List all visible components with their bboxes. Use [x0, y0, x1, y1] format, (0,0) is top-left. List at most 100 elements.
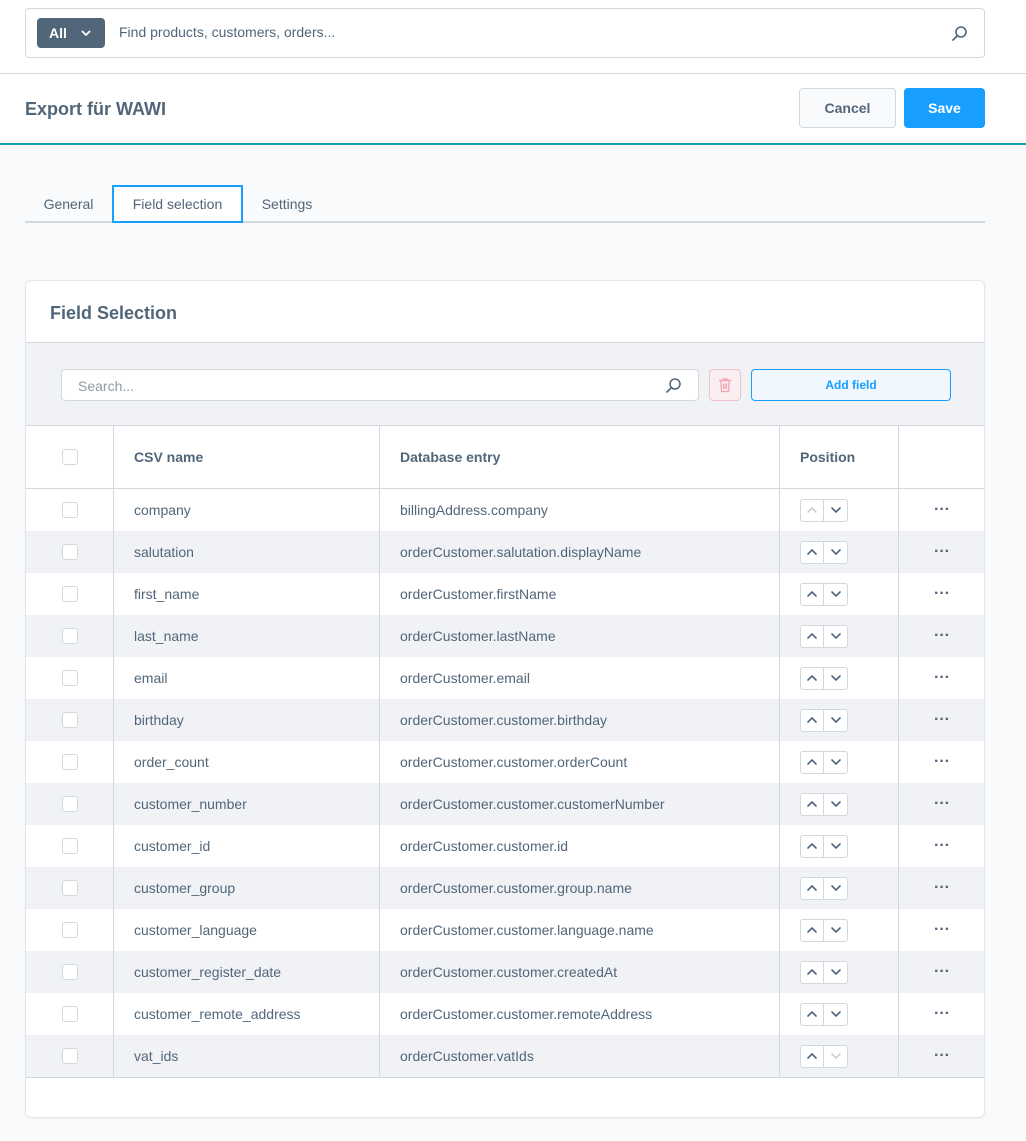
move-down-button[interactable]: [824, 792, 848, 816]
move-up-button[interactable]: [800, 540, 824, 564]
row-checkbox[interactable]: [62, 586, 78, 602]
row-checkbox[interactable]: [62, 1006, 78, 1022]
move-up-button[interactable]: [800, 918, 824, 942]
move-down-button[interactable]: [824, 666, 848, 690]
database-entry-cell: orderCustomer.email: [400, 670, 530, 686]
row-checkbox[interactable]: [62, 964, 78, 980]
move-up-button[interactable]: [800, 834, 824, 858]
chevron-down-icon: [830, 798, 842, 810]
row-checkbox[interactable]: [62, 1048, 78, 1064]
position-cell: [800, 951, 848, 993]
tab-settings[interactable]: Settings: [243, 185, 331, 223]
move-down-button[interactable]: [824, 498, 848, 522]
move-up-button[interactable]: [800, 750, 824, 774]
position-cell: [800, 531, 848, 573]
row-actions-button[interactable]: ···: [934, 489, 950, 531]
row-checkbox[interactable]: [62, 922, 78, 938]
move-down-button[interactable]: [824, 708, 848, 732]
move-up-button[interactable]: [800, 582, 824, 606]
column-header-position[interactable]: Position: [800, 426, 855, 488]
move-up-button[interactable]: [800, 1044, 824, 1068]
row-checkbox[interactable]: [62, 880, 78, 896]
row-actions-button[interactable]: ···: [934, 1035, 950, 1077]
row-actions-button[interactable]: ···: [934, 615, 950, 657]
delete-button[interactable]: [709, 369, 741, 401]
add-field-button[interactable]: Add field: [751, 369, 951, 401]
search-type-select[interactable]: All: [37, 18, 105, 48]
row-actions-button[interactable]: ···: [934, 993, 950, 1035]
column-header-database-entry[interactable]: Database entry: [400, 426, 500, 488]
move-up-button[interactable]: [800, 960, 824, 984]
chevron-up-icon: [806, 630, 818, 642]
row-select-cell: [62, 657, 78, 699]
save-button[interactable]: Save: [904, 88, 985, 128]
table-row: first_name orderCustomer.firstName ···: [26, 573, 984, 615]
more-icon: ···: [934, 879, 950, 896]
csv-name-cell: company: [134, 502, 191, 518]
row-actions-button[interactable]: ···: [934, 909, 950, 951]
tab-field-selection[interactable]: Field selection: [112, 185, 243, 223]
table-row: customer_group orderCustomer.customer.gro…: [26, 867, 984, 909]
row-actions-button[interactable]: ···: [934, 699, 950, 741]
field-search-input[interactable]: Search...: [61, 369, 699, 401]
row-actions-button[interactable]: ···: [934, 951, 950, 993]
tab-general[interactable]: General: [25, 185, 112, 223]
table-row: customer_language orderCustomer.customer.…: [26, 909, 984, 951]
move-down-button[interactable]: [824, 876, 848, 900]
database-entry-cell: billingAddress.company: [400, 502, 548, 518]
position-cell: [800, 573, 848, 615]
more-icon: ···: [934, 1005, 950, 1022]
move-up-button[interactable]: [800, 666, 824, 690]
row-checkbox[interactable]: [62, 796, 78, 812]
chevron-up-icon: [806, 588, 818, 600]
chevron-up-icon: [806, 882, 818, 894]
search-icon[interactable]: [951, 25, 968, 42]
row-checkbox[interactable]: [62, 544, 78, 560]
chevron-up-icon: [806, 840, 818, 852]
row-actions-button[interactable]: ···: [934, 573, 950, 615]
move-down-button[interactable]: [824, 582, 848, 606]
row-checkbox[interactable]: [62, 712, 78, 728]
move-down-button[interactable]: [824, 960, 848, 984]
row-actions-button[interactable]: ···: [934, 657, 950, 699]
csv-name-cell: birthday: [134, 712, 184, 728]
chevron-down-icon: [830, 882, 842, 894]
csv-name-cell: email: [134, 670, 168, 686]
grid-body: company billingAddress.company ··· salutati…: [26, 489, 984, 1077]
cancel-button[interactable]: Cancel: [799, 88, 896, 128]
row-checkbox[interactable]: [62, 628, 78, 644]
move-down-button[interactable]: [824, 834, 848, 858]
move-up-button[interactable]: [800, 876, 824, 900]
row-actions-button[interactable]: ···: [934, 783, 950, 825]
table-row: order_count orderCustomer.customer.orderC…: [26, 741, 984, 783]
chevron-down-icon: [830, 966, 842, 978]
move-down-button[interactable]: [824, 750, 848, 774]
column-header-csv-name[interactable]: CSV name: [134, 426, 203, 488]
move-up-button[interactable]: [800, 624, 824, 648]
chevron-up-icon: [806, 966, 818, 978]
move-up-button[interactable]: [800, 708, 824, 732]
database-entry-cell: orderCustomer.customer.birthday: [400, 712, 607, 728]
database-entry-cell: orderCustomer.customer.orderCount: [400, 754, 628, 770]
table-row: customer_number orderCustomer.customer.cu…: [26, 783, 984, 825]
move-down-button[interactable]: [824, 540, 848, 564]
row-actions-button[interactable]: ···: [934, 741, 950, 783]
row-select-cell: [62, 783, 78, 825]
global-search-input[interactable]: Find products, customers, orders...: [119, 24, 335, 40]
row-checkbox[interactable]: [62, 754, 78, 770]
row-actions-button[interactable]: ···: [934, 867, 950, 909]
row-checkbox[interactable]: [62, 502, 78, 518]
chevron-down-icon: [830, 588, 842, 600]
move-up-button[interactable]: [800, 498, 824, 522]
row-actions-button[interactable]: ···: [934, 531, 950, 573]
move-down-button[interactable]: [824, 918, 848, 942]
row-checkbox[interactable]: [62, 838, 78, 854]
move-down-button[interactable]: [824, 1044, 848, 1068]
move-up-button[interactable]: [800, 792, 824, 816]
select-all-checkbox[interactable]: [62, 449, 78, 465]
move-up-button[interactable]: [800, 1002, 824, 1026]
row-actions-button[interactable]: ···: [934, 825, 950, 867]
move-down-button[interactable]: [824, 624, 848, 648]
row-checkbox[interactable]: [62, 670, 78, 686]
move-down-button[interactable]: [824, 1002, 848, 1026]
